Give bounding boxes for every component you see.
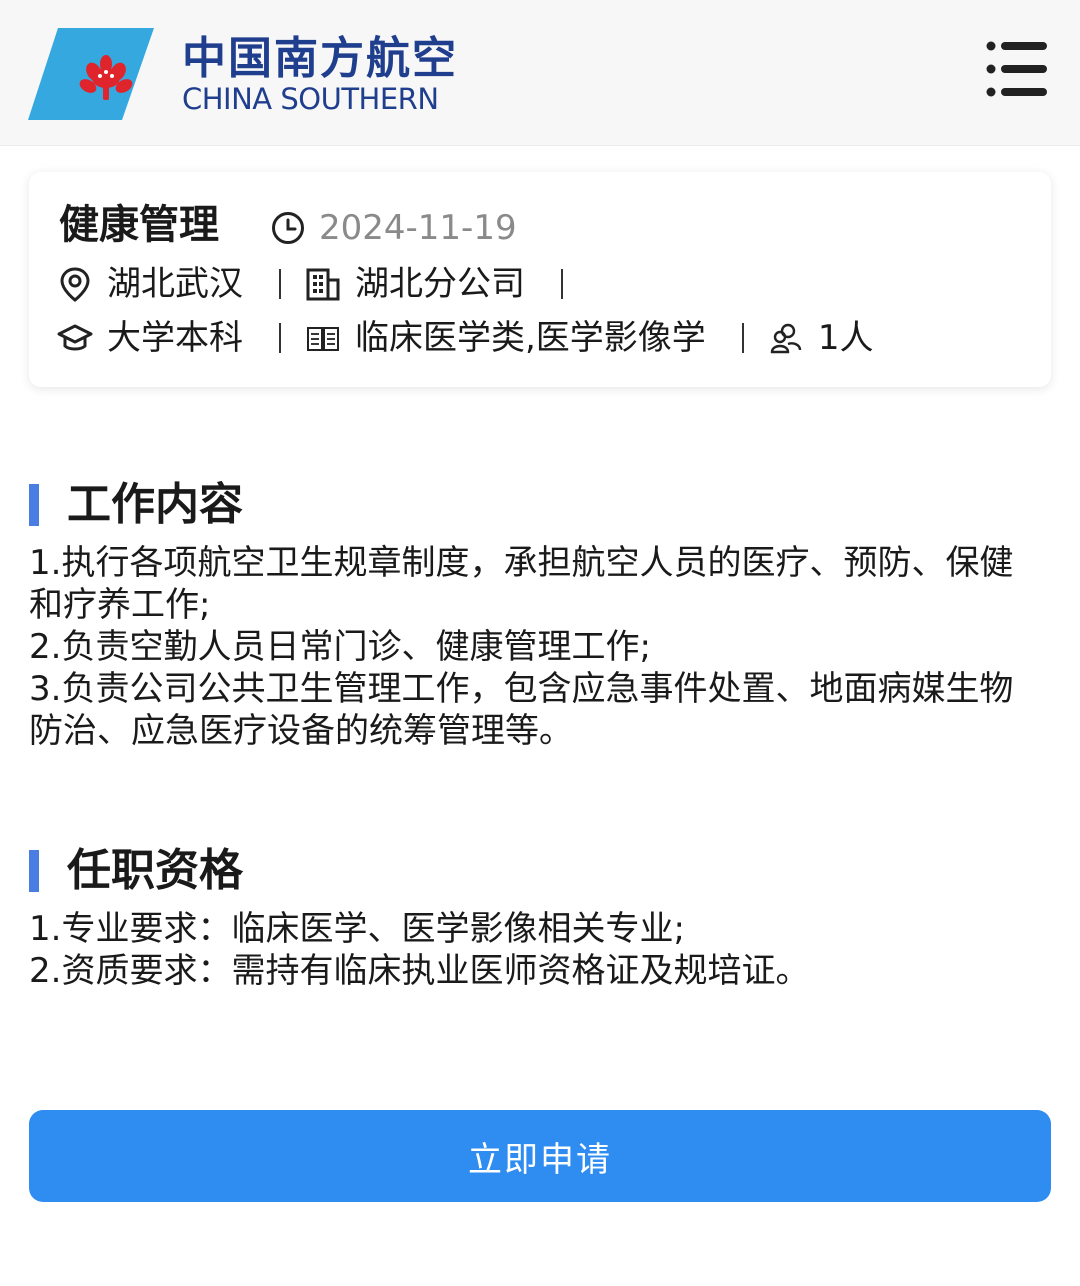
duty-line: 3.负责公司公共卫生管理工作，包含应急事件处置、地面病媒生物防治、应急医疗设备的…	[29, 669, 1014, 751]
location-text: 湖北武汉	[107, 264, 243, 304]
job-title: 健康管理	[59, 202, 219, 248]
headcount-text: 1人	[817, 318, 874, 358]
divider	[279, 269, 281, 299]
divider	[279, 323, 281, 353]
requirements-section-header: 任职资格	[29, 846, 243, 896]
requirements-section-body: 1.专业要求：临床医学、医学影像相关专业; 2.资质要求：需持有临床执业医师资格…	[29, 908, 1039, 992]
graduation-cap-icon	[57, 320, 93, 356]
company-text: 湖北分公司	[355, 264, 525, 304]
kapok-flower-logo-icon[interactable]	[28, 28, 158, 120]
date-text: 2024-11-19	[319, 208, 517, 248]
requirements-section-title: 任职资格	[67, 845, 243, 896]
education-text: 大学本科	[107, 318, 243, 358]
divider	[561, 269, 563, 299]
brand-name-en: CHINA SOUTHERN	[182, 82, 439, 116]
job-summary-card: 健康管理 2024-11-19 湖北武汉 湖北分公司 大学本科 临床医学类,医学…	[29, 172, 1051, 387]
section-accent-bar	[29, 850, 39, 892]
people-icon	[768, 320, 804, 356]
requirement-line: 1.专业要求：临床医学、医学影像相关专业;	[29, 909, 685, 949]
hamburger-menu-icon[interactable]	[986, 40, 1048, 98]
duties-section-title: 工作内容	[67, 479, 243, 530]
clock-icon	[271, 211, 305, 245]
duty-line: 1.执行各项航空卫生规章制度，承担航空人员的医疗、预防、保健和疗养工作;	[29, 543, 1014, 625]
education-row: 大学本科 临床医学类,医学影像学 1人	[57, 316, 873, 360]
location-row: 湖北武汉 湖北分公司	[57, 262, 587, 306]
duty-line: 2.负责空勤人员日常门诊、健康管理工作;	[29, 627, 651, 667]
section-accent-bar	[29, 484, 39, 526]
app-header: 中国南方航空 CHINA SOUTHERN	[0, 0, 1080, 146]
post-date: 2024-11-19	[271, 208, 517, 248]
requirement-line: 2.资质要求：需持有临床执业医师资格证及规培证。	[29, 951, 810, 991]
divider	[741, 323, 744, 353]
brand-name-cn: 中国南方航空	[182, 33, 458, 84]
duties-section-header: 工作内容	[29, 480, 243, 530]
book-icon	[305, 320, 341, 356]
major-text: 临床医学类,医学影像学	[355, 318, 706, 358]
apply-button[interactable]: 立即申请	[29, 1110, 1051, 1202]
building-icon	[305, 266, 341, 302]
duties-section-body: 1.执行各项航空卫生规章制度，承担航空人员的医疗、预防、保健和疗养工作; 2.负…	[29, 542, 1039, 752]
location-pin-icon	[57, 266, 93, 302]
